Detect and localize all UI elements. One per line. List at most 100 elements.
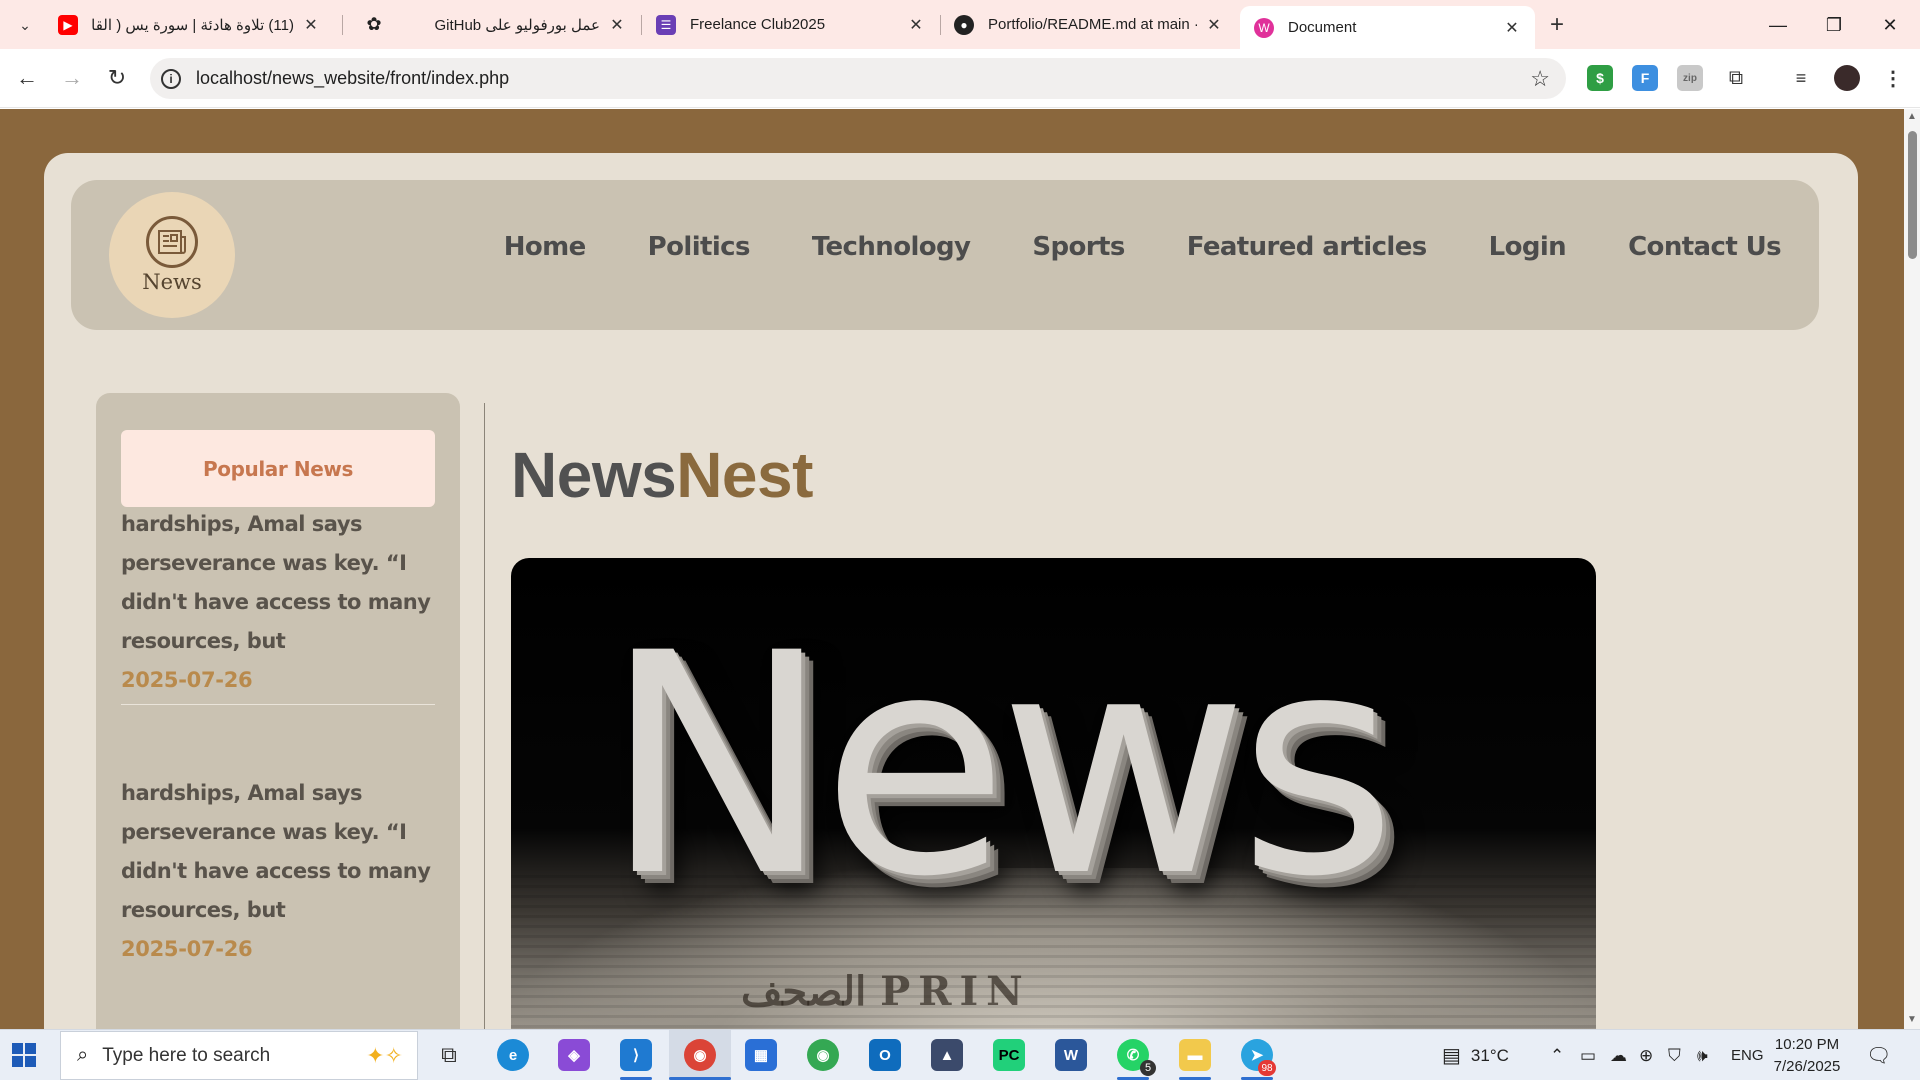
github-icon: ● [954,14,974,35]
close-icon[interactable]: ✕ [608,15,626,35]
popular-news-item[interactable]: hardships, Amal says perseverance was ke… [121,505,435,661]
outlook-icon[interactable]: O [869,1039,901,1071]
site-info-icon[interactable]: i [161,68,181,89]
tray-network-icon[interactable]: ⊕ [1639,1030,1653,1080]
newspaper-icon [146,216,198,268]
arrow-left-icon: ← [16,65,38,90]
extension-zip-icon[interactable]: zip [1677,65,1703,91]
hero-3d-word: News [603,588,1397,943]
reload-button[interactable]: ↻ [101,62,133,94]
tray-battery-icon[interactable]: ▭ [1580,1030,1596,1080]
weather-widget[interactable]: ▤ 31°C [1442,1030,1509,1080]
tab-document[interactable]: W Document ✕ [1240,6,1535,49]
site-brand-title: NewsNest [511,438,813,512]
nav-contact-us[interactable]: Contact Us [1628,232,1782,262]
close-icon[interactable]: ✕ [1503,18,1521,38]
task-view-icon[interactable]: ⧉ [433,1039,465,1071]
popular-news-sidebar: Popular News hardships, Amal says persev… [96,393,460,1029]
browser-toolbar: ← → ↻ i localhost/news_website/front/ind… [0,49,1920,108]
site-header: News Home Politics Technology Sports Fea… [71,180,1819,330]
clock-time: 10:20 PM [1774,1036,1840,1053]
tab-chatgpt[interactable]: ✿ عمل بورفوليو على GitHub ✕ [350,6,640,43]
notifications-icon[interactable]: 🗨 [1866,1043,1891,1068]
nav-home[interactable]: Home [504,232,587,262]
close-icon: ✕ [1882,14,1898,35]
windows-start-icon[interactable] [12,1043,36,1067]
tab-forms[interactable]: ☰ Freelance Club2025 ✕ [642,6,939,43]
clock-date: 7/26/2025 [1773,1058,1841,1075]
taskbar-search-placeholder: Type here to search [102,1044,271,1066]
weather-temperature: 31°C [1470,1045,1509,1065]
arrow-right-icon: → [61,65,83,90]
nav-technology[interactable]: Technology [812,232,971,262]
chrome-profile-icon[interactable]: ◉ [684,1039,716,1071]
new-tab-button[interactable]: + [1542,10,1572,40]
tray-cloud-icon[interactable]: ☁ [1610,1030,1627,1080]
nav-login[interactable]: Login [1489,232,1567,262]
tray-security-icon[interactable]: ⛉ [1668,1030,1681,1080]
chevron-down-icon: ⌄ [19,16,31,33]
close-icon[interactable]: ✕ [302,15,320,35]
chatgpt-icon: ✿ [366,14,382,34]
page-card: News Home Politics Technology Sports Fea… [44,153,1858,1029]
vscode-icon[interactable]: ⟩ [620,1039,652,1071]
plus-icon: + [1549,11,1564,38]
taskbar-clock[interactable]: 10:20 PM 7/26/2025 [1762,1034,1852,1078]
popular-news-date: 2025-07-26 [121,937,253,961]
close-icon[interactable]: ✕ [907,15,925,35]
edge-icon[interactable]: e [497,1039,529,1071]
nav-featured-articles[interactable]: Featured articles [1187,232,1427,262]
bookmark-star-icon[interactable]: ☆ [1530,66,1550,92]
media-control-icon[interactable]: ≡ [1788,65,1814,91]
tray-volume-icon[interactable]: 🕪 [1697,1030,1708,1080]
document-icon: W [1254,17,1274,38]
chevron-up-icon: ⌃ [1550,1045,1565,1065]
page-scrollbar[interactable]: ▲ ▼ [1904,109,1920,1029]
microsoft-store-icon[interactable]: ▦ [745,1039,777,1071]
extensions-puzzle-icon[interactable]: ⧉ [1723,65,1749,91]
tab-strip: ⌄ ▶ (11) تلاوة هادئة | سورة يس ( القار ✕… [0,0,1920,49]
extension-font-icon[interactable]: F [1632,65,1658,91]
site-logo[interactable]: News [109,192,235,318]
pycharm-icon[interactable]: PC [993,1039,1025,1071]
scrollbar-thumb[interactable] [1908,131,1917,259]
profile-avatar-icon[interactable] [1834,65,1860,91]
tab-github[interactable]: ● Portfolio/README.md at main · ✕ [940,6,1237,43]
hero-newsprint-text: ﺍﻟﺼﺤﻒ PRIN [741,968,1031,1015]
reload-icon: ↻ [107,65,127,90]
taskbar-search-box[interactable]: ⌕ Type here to search ✦✧ [60,1031,418,1080]
back-button[interactable]: ← [11,62,43,94]
url-text[interactable]: localhost/news_website/front/index.php [196,68,509,89]
chrome-icon[interactable]: ◉ [807,1039,839,1071]
tab-search-button[interactable]: ⌄ [8,10,42,40]
tab-title: عمل بورفوليو على GitHub [434,16,600,34]
popular-news-item[interactable]: hardships, Amal says perseverance was ke… [121,774,435,930]
tab-youtube[interactable]: ▶ (11) تلاوة هادئة | سورة يس ( القار ✕ [44,6,334,43]
youtube-icon: ▶ [58,14,78,35]
tab-title: (11) تلاوة هادئة | سورة يس ( القار [92,16,294,34]
photo-app-icon[interactable]: ▲ [931,1039,963,1071]
extension-money-icon[interactable]: $ [1587,65,1613,91]
close-icon[interactable]: ✕ [1205,15,1223,35]
language-indicator[interactable]: ENG [1731,1030,1764,1080]
minimize-button[interactable]: — [1755,8,1801,42]
tab-divider [342,15,343,35]
telegram-badge: 98 [1258,1060,1276,1076]
sidebar-divider [121,704,435,705]
restore-button[interactable]: ❐ [1811,8,1857,42]
word-icon[interactable]: W [1055,1039,1087,1071]
file-explorer-icon[interactable]: ▬ [1179,1039,1211,1071]
close-window-button[interactable]: ✕ [1867,8,1913,42]
nav-politics[interactable]: Politics [648,232,751,262]
scroll-up-icon[interactable]: ▲ [1907,111,1917,122]
copilot-icon[interactable]: ◈ [558,1039,590,1071]
nav-sports[interactable]: Sports [1032,232,1125,262]
scroll-down-icon[interactable]: ▼ [1907,1014,1917,1025]
hero-image: ﺍﻟﺼﺤﻒ PRIN News [511,558,1596,1029]
whatsapp-badge: 5 [1140,1060,1156,1076]
menu-kebab-icon[interactable]: ⋮ [1880,65,1906,91]
forward-button[interactable]: → [56,62,88,94]
show-hidden-icons[interactable]: ⌃ [1550,1030,1564,1080]
address-bar[interactable]: i localhost/news_website/front/index.php… [150,58,1566,99]
minimize-icon: — [1769,14,1787,35]
